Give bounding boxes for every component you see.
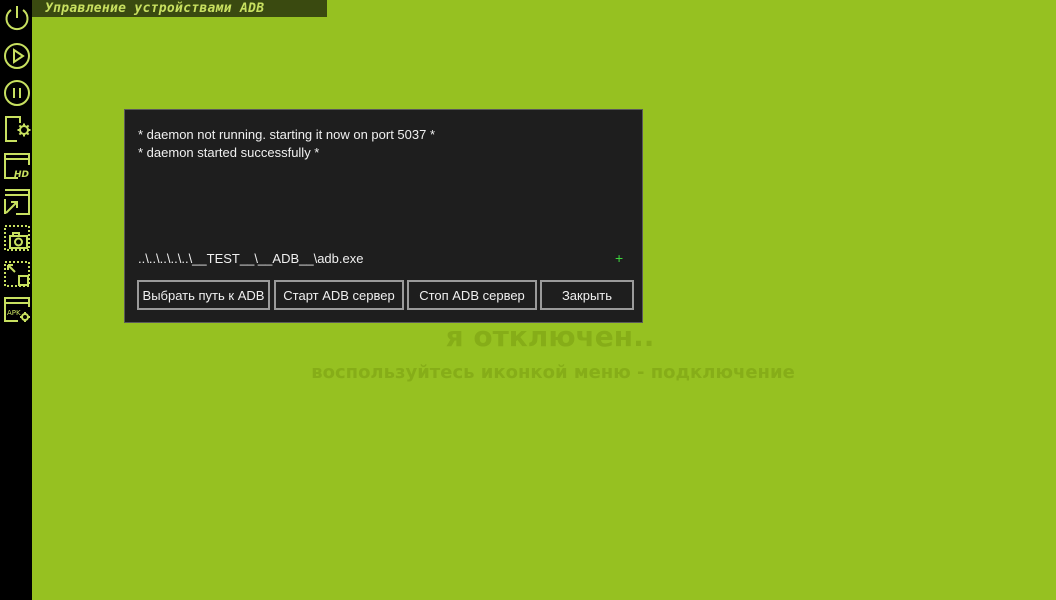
camera-icon[interactable] bbox=[2, 223, 32, 253]
sidebar: HD APK bbox=[0, 0, 32, 600]
svg-text:HD: HD bbox=[14, 170, 30, 180]
add-path-button[interactable]: + bbox=[615, 250, 623, 266]
close-button[interactable]: Закрыть bbox=[540, 280, 634, 310]
play-icon[interactable] bbox=[2, 41, 32, 71]
window-title: Управление устройствами ADB bbox=[32, 0, 327, 17]
apk-label: APK bbox=[7, 309, 21, 317]
area-select-icon[interactable] bbox=[2, 259, 32, 289]
choose-adb-path-button[interactable]: Выбрать путь к ADB bbox=[137, 280, 270, 310]
console-log: * daemon not running. starting it now on… bbox=[138, 126, 628, 162]
status-title: я отключен.. bbox=[445, 320, 655, 353]
power-icon[interactable] bbox=[2, 3, 32, 33]
device-settings-icon[interactable] bbox=[2, 114, 32, 144]
adb-path-text: ..\..\..\..\..\__TEST__\__ADB__\adb.exe bbox=[138, 251, 364, 266]
log-line: * daemon not running. starting it now on… bbox=[138, 127, 436, 142]
hd-screen-icon[interactable]: HD bbox=[2, 151, 32, 181]
start-adb-server-button[interactable]: Старт ADB сервер bbox=[274, 280, 404, 310]
screen-resize-icon[interactable] bbox=[2, 187, 32, 217]
pause-icon[interactable] bbox=[2, 78, 32, 108]
adb-dialog: * daemon not running. starting it now on… bbox=[124, 109, 643, 323]
status-subtitle: воспользуйтесь иконкой меню - подключени… bbox=[311, 362, 795, 383]
log-line: * daemon started successfully * bbox=[138, 145, 320, 160]
stop-adb-server-button[interactable]: Стоп ADB сервер bbox=[407, 280, 537, 310]
